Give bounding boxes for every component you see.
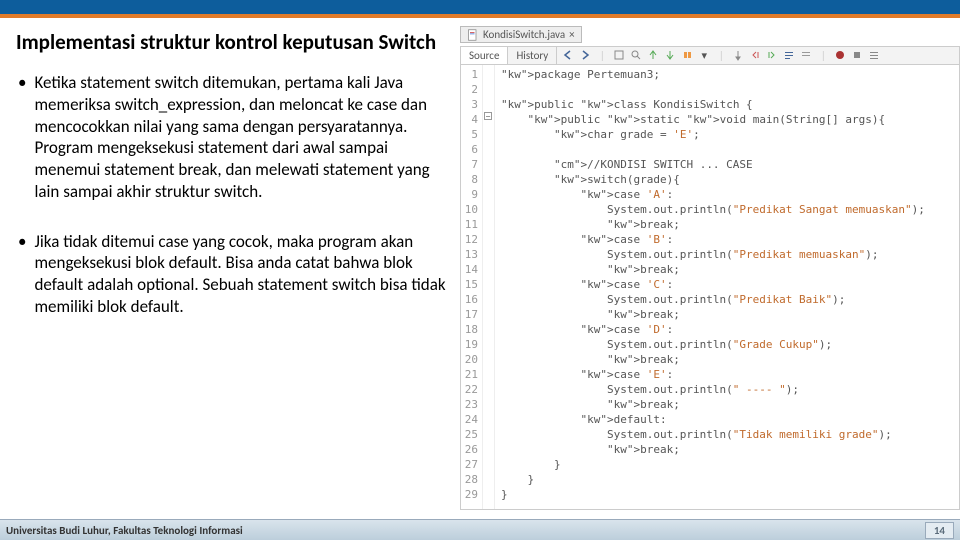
bookmark-icon[interactable] bbox=[680, 48, 694, 62]
nav-forward-icon[interactable] bbox=[578, 48, 592, 62]
nav-back-icon[interactable] bbox=[561, 48, 575, 62]
bullet-1: • Ketika statement switch ditemukan, per… bbox=[16, 72, 446, 203]
stop-icon[interactable] bbox=[850, 48, 864, 62]
find-icon[interactable] bbox=[629, 48, 643, 62]
java-file-icon bbox=[467, 29, 479, 41]
title-bar bbox=[0, 0, 960, 18]
separator: | bbox=[816, 48, 830, 62]
file-tab[interactable]: KondisiSwitch.java × bbox=[460, 26, 582, 43]
pin-icon[interactable] bbox=[731, 48, 745, 62]
fold-icon[interactable]: − bbox=[484, 112, 492, 120]
bullet-2: • Jika tidak ditemui case yang cocok, ma… bbox=[16, 231, 446, 318]
tab-source[interactable]: Source bbox=[461, 47, 508, 64]
record-icon[interactable] bbox=[833, 48, 847, 62]
fold-column: − bbox=[483, 65, 495, 509]
file-tab-label: KondisiSwitch.java bbox=[483, 28, 565, 41]
options-icon[interactable] bbox=[867, 48, 881, 62]
footer: Universitas Budi Luhur, Fakultas Teknolo… bbox=[0, 519, 960, 540]
line-gutter: 1234567891011121314151617181920212223242… bbox=[461, 65, 483, 509]
footer-university: Universitas Budi Luhur, Fakultas Teknolo… bbox=[6, 524, 243, 537]
slide-body: Implementasi struktur kontrol keputusan … bbox=[0, 18, 960, 516]
code-screenshot: KondisiSwitch.java × Source History | ▾ … bbox=[460, 18, 960, 516]
separator: | bbox=[595, 48, 609, 62]
bullet-1-text: Ketika statement switch ditemukan, perta… bbox=[34, 72, 446, 203]
refactor-icon[interactable] bbox=[612, 48, 626, 62]
shift-right-icon[interactable] bbox=[765, 48, 779, 62]
dropdown-icon[interactable]: ▾ bbox=[697, 48, 711, 62]
close-icon[interactable]: × bbox=[569, 28, 574, 41]
shift-left-icon[interactable] bbox=[748, 48, 762, 62]
bullet-dot: • bbox=[18, 231, 26, 318]
uncomment-icon[interactable] bbox=[799, 48, 813, 62]
separator: | bbox=[714, 48, 728, 62]
comment-icon[interactable] bbox=[782, 48, 796, 62]
code-content[interactable]: "kw">package Pertemuan3; "kw">public "kw… bbox=[495, 65, 959, 509]
bullet-dot: • bbox=[18, 72, 26, 203]
editor-toolbar: Source History | ▾ | | bbox=[460, 46, 960, 65]
text-column: Implementasi struktur kontrol keputusan … bbox=[0, 18, 460, 516]
slide-title: Implementasi struktur kontrol keputusan … bbox=[16, 30, 446, 54]
tab-history[interactable]: History bbox=[508, 47, 557, 64]
toolbar-icons: | ▾ | | bbox=[557, 48, 885, 62]
page-number: 14 bbox=[925, 522, 954, 539]
next-icon[interactable] bbox=[663, 48, 677, 62]
bullet-2-text: Jika tidak ditemui case yang cocok, maka… bbox=[34, 231, 446, 318]
code-editor: 1234567891011121314151617181920212223242… bbox=[460, 65, 960, 510]
prev-icon[interactable] bbox=[646, 48, 660, 62]
